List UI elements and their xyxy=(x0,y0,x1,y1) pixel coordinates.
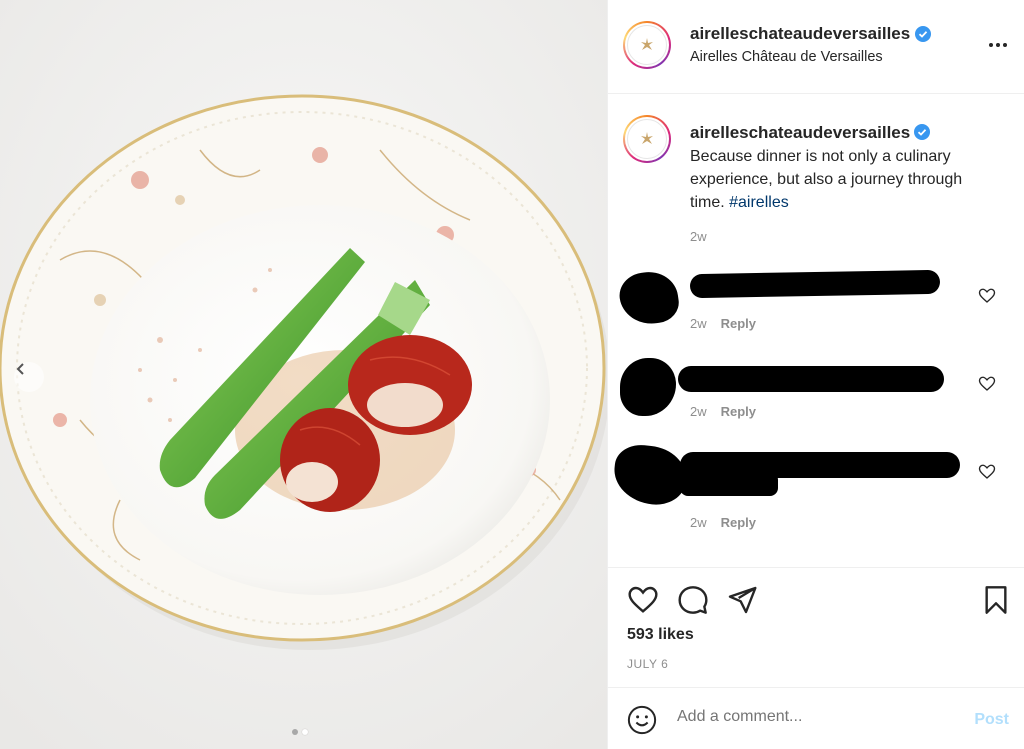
comment-timestamp[interactable]: 2w xyxy=(690,404,707,419)
reply-button[interactable]: Reply xyxy=(721,515,756,530)
caption-avatar[interactable] xyxy=(623,115,671,163)
redacted-comment-text xyxy=(678,366,944,392)
chevron-left-icon xyxy=(16,363,24,375)
crest-logo-icon xyxy=(641,38,653,50)
carousel-indicator xyxy=(292,729,308,735)
redacted-avatar xyxy=(620,358,676,416)
comment-timestamp[interactable]: 2w xyxy=(690,316,707,331)
redacted-comment-text xyxy=(680,472,778,496)
post-header: airelleschateaudeversailles Airelles Châ… xyxy=(608,0,1024,94)
redacted-avatar xyxy=(611,442,689,508)
plated-dish-image xyxy=(0,0,607,749)
emoji-icon[interactable] xyxy=(627,705,657,735)
hashtag-link[interactable]: #airelles xyxy=(729,194,789,211)
post-comment-button[interactable]: Post xyxy=(974,711,1009,729)
crest-logo-icon xyxy=(641,132,653,144)
likes-count[interactable]: 593 likes xyxy=(627,626,694,644)
comment-input[interactable] xyxy=(677,708,937,726)
post-panel: airelleschateaudeversailles Airelles Châ… xyxy=(607,0,1024,749)
more-horizontal-icon xyxy=(989,43,1007,47)
like-comment-heart-icon[interactable] xyxy=(978,375,996,393)
redacted-comment-text xyxy=(689,269,941,299)
share-send-icon[interactable] xyxy=(726,584,758,616)
reply-button[interactable]: Reply xyxy=(721,404,756,419)
header-subtitle[interactable]: Airelles Château de Versailles xyxy=(690,49,883,65)
verified-badge-icon xyxy=(914,124,931,140)
caption-timestamp[interactable]: 2w xyxy=(690,229,707,244)
like-comment-heart-icon[interactable] xyxy=(978,287,996,305)
like-heart-icon[interactable] xyxy=(627,584,659,616)
post-date[interactable]: JULY 6 xyxy=(627,657,668,671)
comment-timestamp[interactable]: 2w xyxy=(690,515,707,530)
previous-slide-button[interactable] xyxy=(14,362,44,392)
reply-button[interactable]: Reply xyxy=(721,316,756,331)
caption-text: airelleschateaudeversailles Because dinn… xyxy=(690,121,1000,214)
save-bookmark-icon[interactable] xyxy=(980,584,1012,616)
verified-badge-icon xyxy=(915,26,932,42)
carousel-dot-active xyxy=(302,729,308,735)
carousel-dot xyxy=(292,729,298,735)
more-options-button[interactable] xyxy=(988,36,1008,48)
redacted-avatar xyxy=(616,268,682,328)
post-photo[interactable] xyxy=(0,0,607,749)
avatar[interactable] xyxy=(623,21,671,69)
comment-bubble-icon[interactable] xyxy=(677,584,709,616)
caption-username[interactable]: airelleschateaudeversailles xyxy=(690,123,910,142)
header-username[interactable]: airelleschateaudeversailles xyxy=(690,24,910,44)
add-comment-bar: Post xyxy=(608,687,1024,749)
like-comment-heart-icon[interactable] xyxy=(978,463,996,481)
